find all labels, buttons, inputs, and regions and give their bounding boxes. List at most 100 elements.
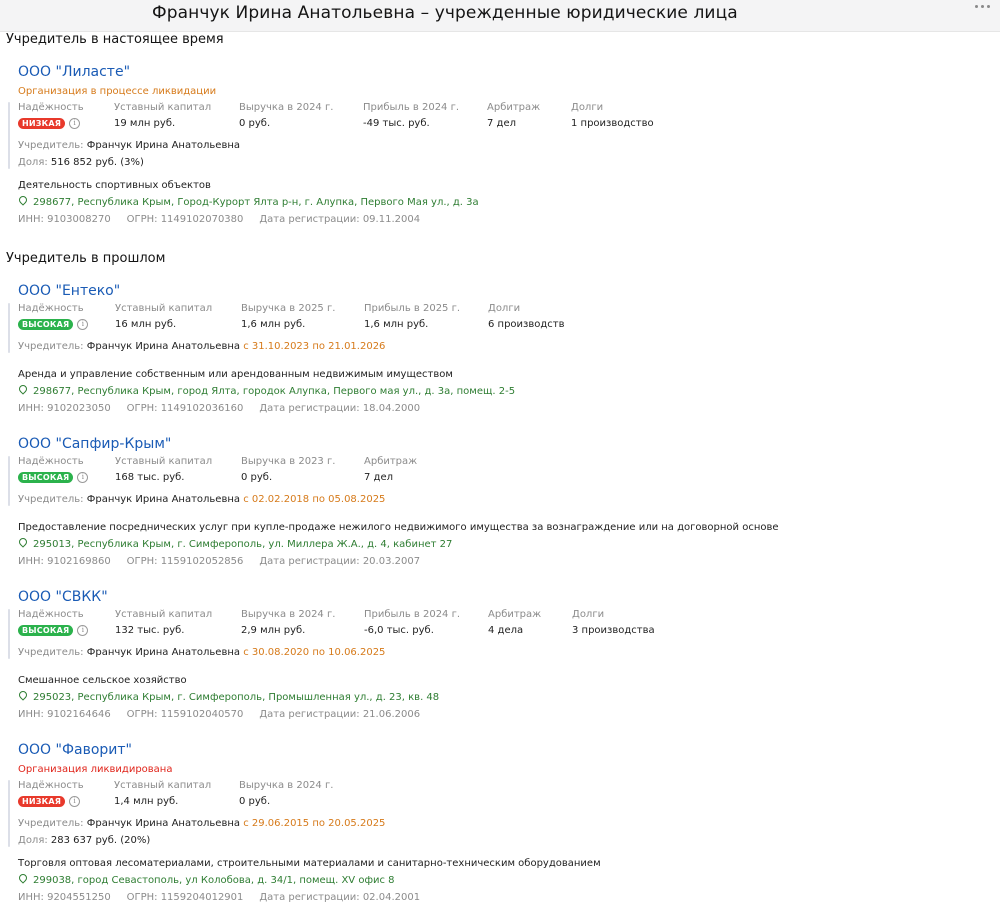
address-line[interactable]: 295023, Республика Крым, г. Симферополь,… bbox=[17, 689, 439, 703]
stat-label: Долги bbox=[572, 609, 605, 620]
address-text: 298677, Республика Крым, город Ялта, гор… bbox=[33, 386, 516, 397]
company-name-link[interactable]: ООО "Фаворит" bbox=[18, 742, 132, 758]
more-options-icon[interactable] bbox=[975, 5, 990, 8]
ids-line: ИНН: 9102169860 ОГРН: 1159102052856 Дата… bbox=[18, 556, 420, 567]
founder-name[interactable]: Франчук Ирина Анатольевна bbox=[87, 647, 240, 658]
stat-value: 3 производства bbox=[572, 625, 655, 636]
stat-label: Прибыль в 2024 г. bbox=[364, 609, 461, 620]
share-value: 283 637 руб. (20%) bbox=[50, 835, 151, 846]
stat-value: 0 руб. bbox=[241, 472, 273, 483]
info-icon[interactable]: i bbox=[77, 625, 89, 636]
stat-value: 1,4 млн руб. bbox=[114, 796, 179, 807]
reliability-label: Надёжность bbox=[18, 102, 84, 113]
address-line[interactable]: 299038, город Севастополь, ул Колобова, … bbox=[17, 872, 395, 886]
address-line[interactable]: 298677, Республика Крым, Город-Курорт Ял… bbox=[17, 194, 479, 208]
section-past-founder: Учредитель в прошлом bbox=[6, 251, 166, 266]
inn-label: ИНН: bbox=[18, 214, 44, 225]
stat-value: 132 тыс. руб. bbox=[115, 625, 185, 636]
stat-value: 1,6 млн руб. bbox=[364, 319, 429, 330]
reg-date-label: Дата регистрации: bbox=[259, 892, 360, 903]
founder-label: Учредитель: bbox=[18, 140, 84, 151]
inn-label: ИНН: bbox=[18, 709, 44, 720]
stat-value: 16 млн руб. bbox=[115, 319, 177, 330]
stat-label: Выручка в 2025 г. bbox=[241, 303, 336, 314]
inn-value: 9102023050 bbox=[47, 403, 111, 414]
company-name-link[interactable]: ООО "Лиласте" bbox=[18, 64, 130, 80]
info-icon[interactable]: i bbox=[69, 796, 81, 807]
stat-block: Арбитраж 4 дела bbox=[488, 609, 541, 637]
stat-label: Уставный капитал bbox=[114, 780, 212, 791]
stat-label: Долги bbox=[488, 303, 521, 314]
stat-label: Уставный капитал bbox=[114, 102, 212, 113]
founder-period: с 31.10.2023 по 21.01.2026 bbox=[243, 341, 386, 352]
stat-block: Арбитраж 7 дел bbox=[364, 456, 417, 484]
inn-label: ИНН: bbox=[18, 556, 44, 567]
share-line: Доля: 283 637 руб. (20%) bbox=[18, 835, 150, 846]
stat-block: Выручка в 2024 г. 0 руб. bbox=[239, 102, 333, 130]
ogrn-value: 1159102040570 bbox=[160, 709, 244, 720]
stat-label: Выручка в 2024 г. bbox=[239, 780, 334, 791]
founder-name[interactable]: Франчук Ирина Анатольевна bbox=[87, 494, 240, 505]
page-title: Франчук Ирина Анатольевна – учрежденные … bbox=[152, 3, 738, 23]
company-name-link[interactable]: ООО "Сапфир-Крым" bbox=[18, 436, 171, 452]
stat-value: 0 руб. bbox=[239, 796, 271, 807]
company-name-link[interactable]: ООО "Ентеко" bbox=[18, 283, 120, 299]
stat-label: Долги bbox=[571, 102, 604, 113]
founder-line: Учредитель: Франчук Ирина Анатольевна с … bbox=[18, 647, 385, 658]
founder-line: Учредитель: Франчук Ирина Анатольевна bbox=[18, 140, 240, 151]
reliability-label: Надёжность bbox=[18, 780, 84, 791]
stat-block: Прибыль в 2024 г. -49 тыс. руб. bbox=[363, 102, 459, 130]
activity-line: Предоставление посреднических услуг при … bbox=[18, 522, 779, 533]
location-pin-icon bbox=[17, 194, 29, 206]
address-line[interactable]: 295013, Республика Крым, г. Симферополь,… bbox=[17, 536, 452, 550]
address-text: 299038, город Севастополь, ул Колобова, … bbox=[33, 875, 395, 886]
reliability-badge: НИЗКАЯ bbox=[18, 796, 66, 807]
ids-line: ИНН: 9103008270 ОГРН: 1149102070380 Дата… bbox=[18, 214, 420, 225]
inn-label: ИНН: bbox=[18, 403, 44, 414]
stat-value: 4 дела bbox=[488, 625, 524, 636]
founder-line: Учредитель: Франчук Ирина Анатольевна с … bbox=[18, 494, 385, 505]
reg-date-label: Дата регистрации: bbox=[259, 709, 360, 720]
reliability-badge: ВЫСОКАЯ bbox=[18, 472, 74, 483]
ids-line: ИНН: 9102164646 ОГРН: 1159102040570 Дата… bbox=[18, 709, 420, 720]
founder-name[interactable]: Франчук Ирина Анатольевна bbox=[87, 140, 240, 151]
ogrn-label: ОГРН: bbox=[126, 556, 158, 567]
ids-line: ИНН: 9102023050 ОГРН: 1149102036160 Дата… bbox=[18, 403, 420, 414]
location-pin-icon bbox=[17, 536, 29, 548]
reliability-block: Надёжность ВЫСОКАЯ i bbox=[18, 456, 89, 483]
ogrn-label: ОГРН: bbox=[126, 892, 158, 903]
reg-date-label: Дата регистрации: bbox=[259, 403, 360, 414]
info-icon[interactable]: i bbox=[77, 319, 89, 330]
share-label: Доля: bbox=[18, 157, 48, 168]
stat-value: 0 руб. bbox=[239, 118, 271, 129]
info-icon[interactable]: i bbox=[77, 472, 89, 483]
stat-block: Уставный капитал 1,4 млн руб. bbox=[114, 780, 211, 808]
stat-value: -6,0 тыс. руб. bbox=[364, 625, 434, 636]
reg-date-value: 18.04.2000 bbox=[362, 403, 421, 414]
reg-date-value: 20.03.2007 bbox=[362, 556, 421, 567]
founder-name[interactable]: Франчук Ирина Анатольевна bbox=[87, 818, 240, 829]
reliability-block: Надёжность ВЫСОКАЯ i bbox=[18, 609, 89, 636]
inn-value: 9102169860 bbox=[47, 556, 111, 567]
company-name-link[interactable]: ООО "СВКК" bbox=[18, 589, 108, 605]
reliability-label: Надёжность bbox=[18, 456, 84, 467]
stat-block: Выручка в 2023 г. 0 руб. bbox=[241, 456, 335, 484]
reliability-block: Надёжность НИЗКАЯ i bbox=[18, 102, 84, 129]
stat-label: Уставный капитал bbox=[115, 303, 213, 314]
stat-block: Долги 6 производств bbox=[488, 303, 565, 331]
stat-block: Уставный капитал 19 млн руб. bbox=[114, 102, 211, 130]
company-status: Организация ликвидирована bbox=[18, 764, 173, 775]
founder-line: Учредитель: Франчук Ирина Анатольевна с … bbox=[18, 341, 385, 352]
ogrn-value: 1159204012901 bbox=[160, 892, 244, 903]
info-icon[interactable]: i bbox=[69, 118, 81, 129]
founder-name[interactable]: Франчук Ирина Анатольевна bbox=[87, 341, 240, 352]
location-pin-icon bbox=[17, 383, 29, 395]
inn-label: ИНН: bbox=[18, 892, 44, 903]
stat-block: Уставный капитал 168 тыс. руб. bbox=[115, 456, 212, 484]
address-text: 298677, Республика Крым, Город-Курорт Ял… bbox=[33, 197, 479, 208]
stat-value: 7 дел bbox=[364, 472, 393, 483]
address-line[interactable]: 298677, Республика Крым, город Ялта, гор… bbox=[17, 383, 516, 397]
founder-label: Учредитель: bbox=[18, 494, 84, 505]
reliability-badge: НИЗКАЯ bbox=[18, 118, 66, 129]
stat-value: 168 тыс. руб. bbox=[115, 472, 185, 483]
